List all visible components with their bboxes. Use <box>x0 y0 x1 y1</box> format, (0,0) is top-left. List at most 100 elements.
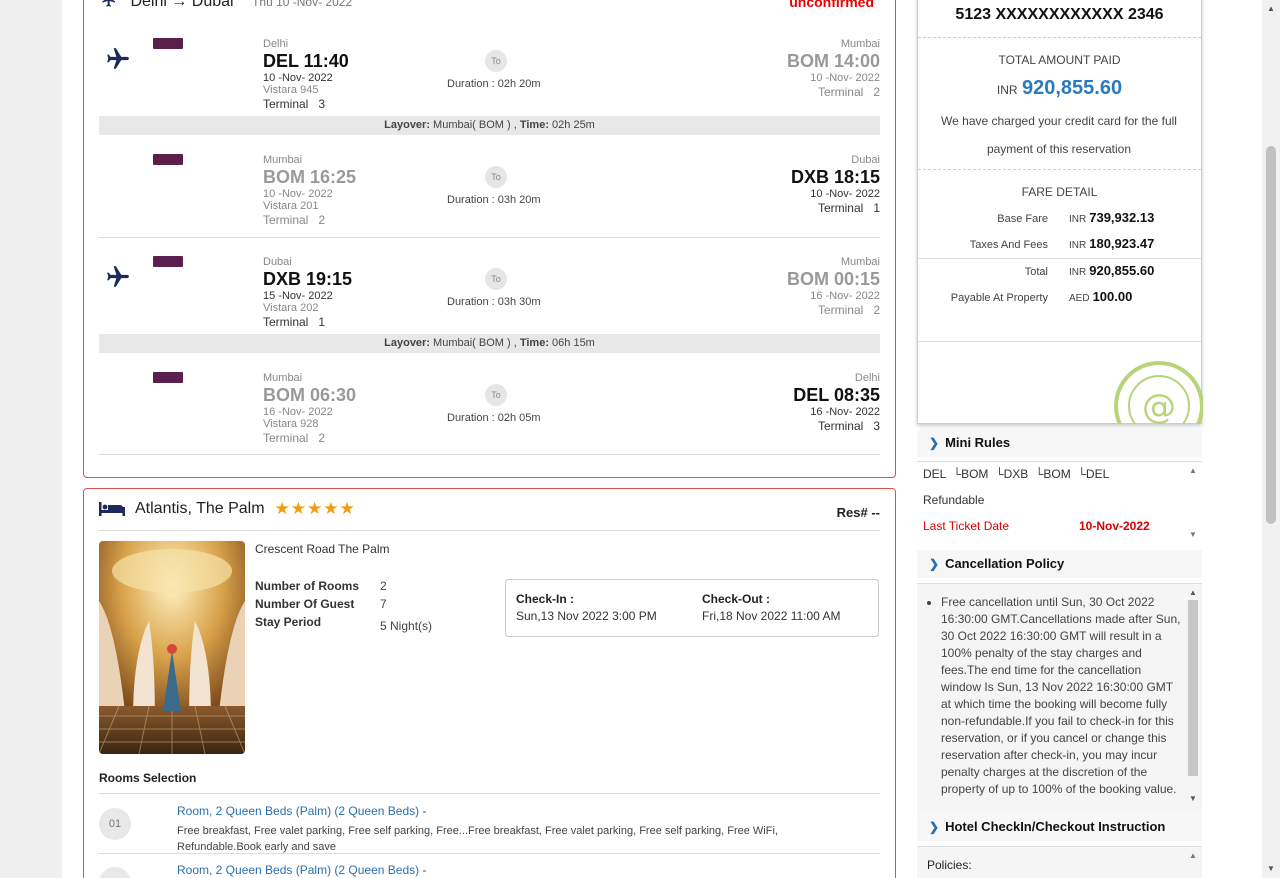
divider <box>918 37 1201 38</box>
fare-detail-title: FARE DETAIL <box>1021 185 1098 199</box>
mini-rules-toggle[interactable]: ❯ Mini Rules <box>917 429 1202 457</box>
to-badge: To <box>485 50 507 72</box>
plane-icon <box>107 266 129 287</box>
layover-bar: Layover: Mumbai( BOM ) , Time: 02h 25m <box>99 116 880 135</box>
mini-rules-scrollbar[interactable]: ▲ ▼ <box>1186 464 1200 544</box>
fare-currency: INR <box>1069 267 1087 278</box>
arrival-code-time: DEL 08:35 <box>793 385 880 405</box>
departure-terminal: Terminal 2 <box>263 431 326 445</box>
departure-info: Mumbai BOM 16:25 10 -Nov- 2022 Vistara 2… <box>263 154 356 227</box>
hotel-divider <box>99 530 880 531</box>
scroll-up-icon[interactable]: ▲ <box>1189 588 1197 597</box>
scroll-down-icon[interactable]: ▼ <box>1189 794 1197 803</box>
cancellation-scrollbar[interactable]: ▲ ▼ <box>1186 586 1200 810</box>
airline-logo <box>153 372 183 383</box>
duration: Duration : 02h 05m <box>447 412 541 424</box>
duration: Duration : 02h 20m <box>447 78 541 90</box>
mini-rules-box: DEL └BOM └DXB └BOM └DEL Refundable Last … <box>917 461 1202 546</box>
total-paid-amount: INR 920,855.60 <box>917 77 1202 100</box>
fare-row-taxes: Taxes And Fees INR 180,923.47 <box>918 236 1201 256</box>
arrival-info: Mumbai BOM 14:00 10 -Nov- 2022 Terminal … <box>787 38 880 99</box>
arrival-city: Delhi <box>854 372 880 384</box>
cancellation-policy-toggle[interactable]: ❯ Cancellation Policy <box>917 550 1202 578</box>
scroll-down-icon[interactable]: ▼ <box>1189 530 1197 539</box>
departure-info: Dubai DXB 19:15 15 -Nov- 2022 Vistara 20… <box>263 256 352 329</box>
fare-row-base: Base Fare INR 739,932.13 <box>918 210 1201 230</box>
fare-currency: INR <box>1069 214 1087 225</box>
guests-value: 7 <box>380 597 387 611</box>
total-currency: INR <box>996 83 1018 97</box>
charged-note: We have charged your credit card for the… <box>941 114 1177 156</box>
fare-currency: INR <box>1069 240 1087 251</box>
route-date: Thu 10 -Nov- 2022 <box>252 0 353 9</box>
hotel-name: Atlantis, The Palm <box>135 500 265 517</box>
layover-label: Layover: <box>384 119 430 131</box>
hotel-title: Atlantis, The Palm ★★★★★ <box>99 499 356 519</box>
room-name[interactable]: Room, 2 Queen Beds (Palm) (2 Queen Beds)… <box>177 804 426 818</box>
star-rating: ★★★★★ <box>274 499 356 518</box>
checkin-instruction-toggle[interactable]: ❯ Hotel CheckIn/Checkout Instruction <box>917 813 1202 841</box>
bed-icon <box>99 502 125 516</box>
flight-segment: Mumbai BOM 16:25 10 -Nov- 2022 Vistara 2… <box>99 142 880 240</box>
arrival-info: Mumbai BOM 00:15 16 -Nov- 2022 Terminal … <box>787 256 880 317</box>
duration: Duration : 03h 30m <box>447 296 541 308</box>
flight-segment: Mumbai BOM 06:30 16 -Nov- 2022 Vistara 9… <box>99 360 880 458</box>
layover-place: Mumbai( BOM ) , <box>430 337 520 349</box>
arrival-code-time: BOM 14:00 <box>786 51 880 71</box>
svg-text:@: @ <box>1142 387 1176 424</box>
airline-logo <box>153 256 183 267</box>
fare-value: 180,923.47 <box>1089 236 1155 251</box>
rooms-label: Number of Rooms <box>255 579 360 593</box>
departure-terminal: Terminal 1 <box>263 315 326 329</box>
room-name-link[interactable]: Room, 2 Queen Beds (Palm) (2 Queen Beds) <box>177 804 419 818</box>
departure-terminal: Terminal 2 <box>263 213 326 227</box>
layover-time-label: Time: <box>519 337 549 349</box>
arrival-date: 16 -Nov- 2022 <box>810 290 880 302</box>
room-description: Free breakfast, Free valet parking, Free… <box>177 825 778 853</box>
fare-label: Taxes And Fees <box>969 239 1048 251</box>
departure-city: Dubai <box>263 256 292 268</box>
last-ticket-date-value: 10-Nov-2022 <box>1079 519 1150 533</box>
fare-value: 100.00 <box>1092 289 1133 304</box>
chevron-right-icon: ❯ <box>929 436 940 450</box>
checkin-scrollbar[interactable]: ▲ <box>1186 849 1200 878</box>
departure-date: 15 -Nov- 2022 <box>263 290 333 302</box>
checkin: Check-In : Sun,13 Nov 2022 3:00 PM <box>516 592 657 623</box>
scroll-thumb[interactable] <box>1266 146 1276 524</box>
departure-date: 10 -Nov- 2022 <box>263 188 333 200</box>
scroll-up-icon[interactable]: ▲ <box>1189 466 1197 475</box>
rooms-selection-title: Rooms Selection <box>99 771 197 785</box>
policies-label: Policies: <box>927 858 972 872</box>
guests-label: Number Of Guest <box>255 597 355 611</box>
last-ticket-date-label: Last Ticket Date <box>923 519 1010 533</box>
fare-label: Payable At Property <box>950 292 1048 304</box>
departure-code-time: DEL 11:40 <box>263 51 349 71</box>
room-name[interactable]: Room, 2 Queen Beds (Palm) (2 Queen Beds)… <box>177 863 426 877</box>
scroll-thumb[interactable] <box>1188 600 1198 776</box>
checkin-instruction-box: Policies: <box>917 846 1202 878</box>
total-value: 920,855.60 <box>1022 77 1123 99</box>
departure-code-time: BOM 06:30 <box>263 385 357 405</box>
room-name-link[interactable]: Room, 2 Queen Beds (Palm) (2 Queen Beds) <box>177 863 419 877</box>
hotel-info: Number of Rooms 2 Number Of Guest 7 Stay P… <box>255 579 432 633</box>
layover-time: 06h 15m <box>548 337 595 349</box>
card-number: 5123 XXXXXXXXXXXX 2346 <box>955 6 1164 23</box>
arrival-terminal: Terminal 2 <box>817 303 880 317</box>
scroll-down-icon[interactable]: ▼ <box>1267 864 1275 873</box>
airline-logo <box>153 38 183 49</box>
plane-icon <box>102 0 115 7</box>
checkin-label: Check-In : <box>516 592 575 606</box>
to-badge: To <box>485 384 507 406</box>
page-scrollbar[interactable]: ▲ ▼ <box>1262 0 1280 878</box>
itinerary-mailed-stamp: @ <box>1113 360 1203 424</box>
departure-info: Delhi DEL 11:40 10 -Nov- 2022 Vistara 94… <box>263 38 349 111</box>
hotel-photo <box>99 541 245 754</box>
scroll-up-icon[interactable]: ▲ <box>1267 4 1275 13</box>
checkout: Check-Out : Fri,18 Nov 2022 11:00 AM <box>702 592 841 623</box>
arrival-info: Dubai DXB 18:15 10 -Nov- 2022 Terminal 1 <box>791 154 880 215</box>
arrival-code-time: BOM 00:15 <box>786 269 880 289</box>
flight-number: Vistara 928 <box>263 418 319 430</box>
checkout-value: Fri,18 Nov 2022 11:00 AM <box>702 609 841 623</box>
scroll-up-icon[interactable]: ▲ <box>1189 851 1197 860</box>
to-badge: To <box>485 268 507 290</box>
